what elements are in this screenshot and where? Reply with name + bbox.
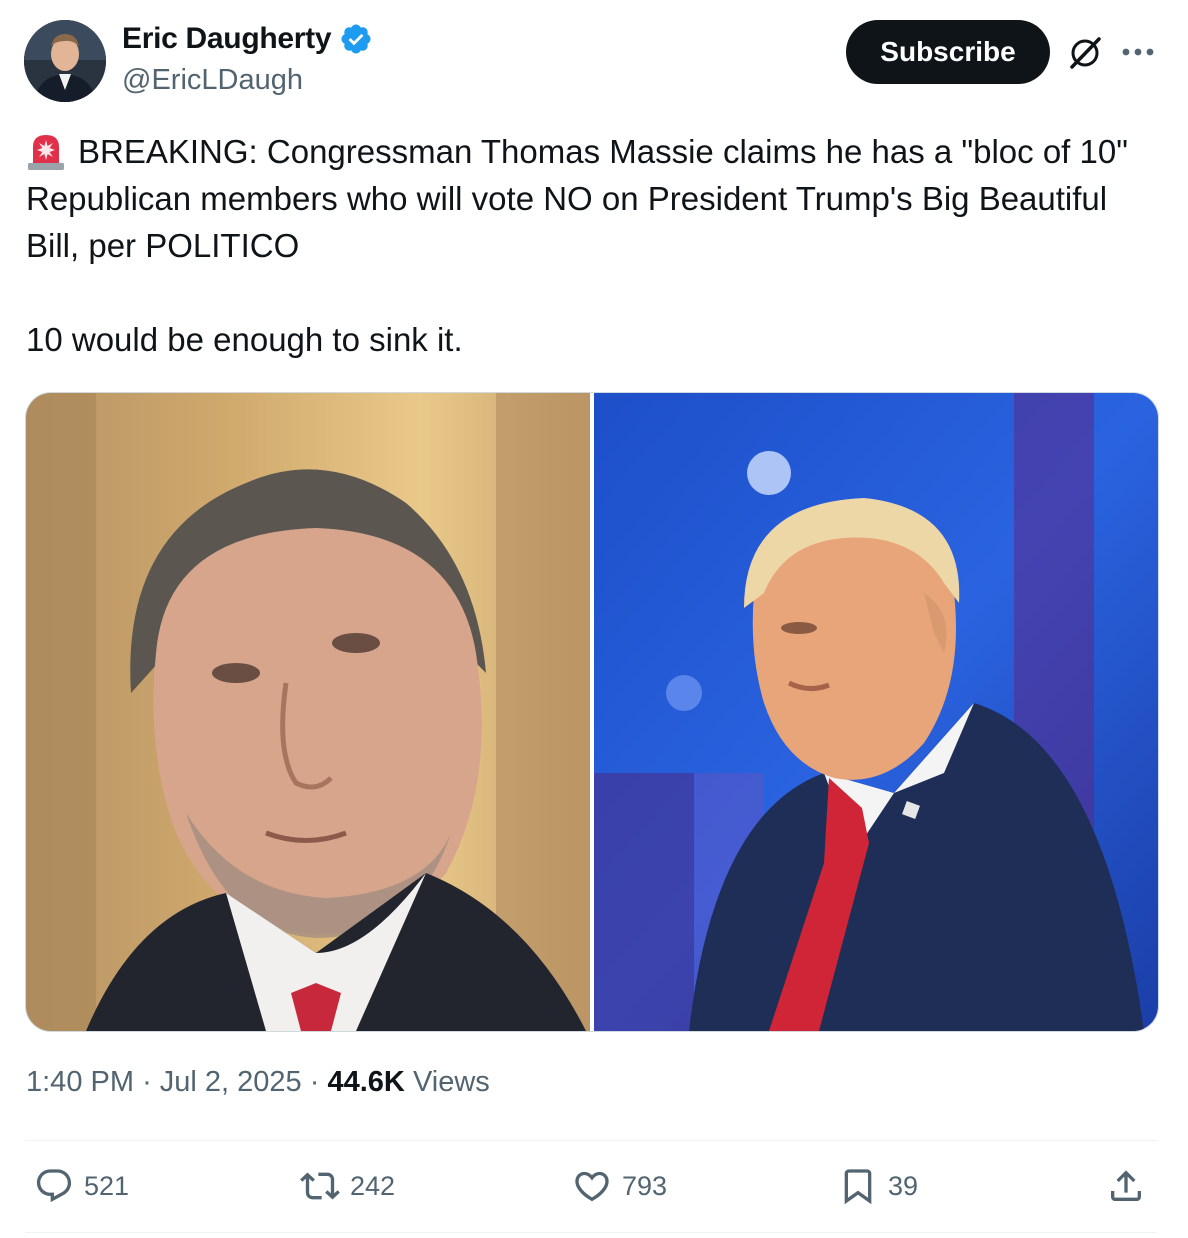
author-handle[interactable]: @EricLDaugh <box>122 64 303 97</box>
repost-icon <box>300 1172 340 1200</box>
views-label: Views <box>412 1066 490 1098</box>
grok-icon[interactable] <box>1066 34 1104 72</box>
reply-count: 521 <box>84 1170 130 1201</box>
photo-thomas-massie[interactable] <box>26 393 590 1031</box>
views-count: 44.6K <box>327 1066 405 1098</box>
heart-icon <box>575 1171 609 1202</box>
like-count: 793 <box>622 1170 668 1201</box>
tweet-text: BREAKING: Congressman Thomas Massie clai… <box>26 128 1156 363</box>
share-icon <box>1111 1170 1141 1201</box>
photo-donald-trump[interactable] <box>594 393 1158 1031</box>
author-avatar[interactable] <box>24 20 106 102</box>
reply-button[interactable]: 521 <box>34 1166 129 1206</box>
subscribe-button[interactable]: Subscribe <box>846 20 1050 84</box>
divider-top <box>25 1140 1157 1141</box>
bookmark-count: 39 <box>888 1170 919 1201</box>
bookmark-icon <box>844 1169 872 1205</box>
bookmark-button[interactable]: 39 <box>838 1166 918 1206</box>
like-button[interactable]: 793 <box>572 1166 667 1206</box>
tweet-text-line-2: 10 would be enough to sink it. <box>26 321 463 358</box>
tweet-date[interactable]: Jul 2, 2025 <box>160 1066 302 1098</box>
divider-bottom <box>25 1232 1157 1233</box>
media-grid <box>25 392 1159 1032</box>
reply-icon <box>36 1169 72 1203</box>
repost-count: 242 <box>350 1170 396 1201</box>
author-display-name[interactable]: Eric Daugherty <box>122 22 332 56</box>
verified-badge-icon <box>341 24 371 54</box>
meta-separator: · <box>309 1066 320 1098</box>
author-name-row: Eric Daugherty <box>122 22 373 56</box>
repost-button[interactable]: 242 <box>300 1166 395 1206</box>
police-light-icon <box>28 135 64 170</box>
tweet-text-line-1: BREAKING: Congressman Thomas Massie clai… <box>26 133 1138 264</box>
meta-separator: · <box>142 1066 152 1098</box>
tweet-meta: 1:40 PM · Jul 2, 2025 · 44.6K Views <box>26 1066 490 1099</box>
tweet-time[interactable]: 1:40 PM <box>26 1066 134 1098</box>
more-icon[interactable] <box>1118 38 1158 66</box>
share-button[interactable] <box>1106 1166 1146 1206</box>
